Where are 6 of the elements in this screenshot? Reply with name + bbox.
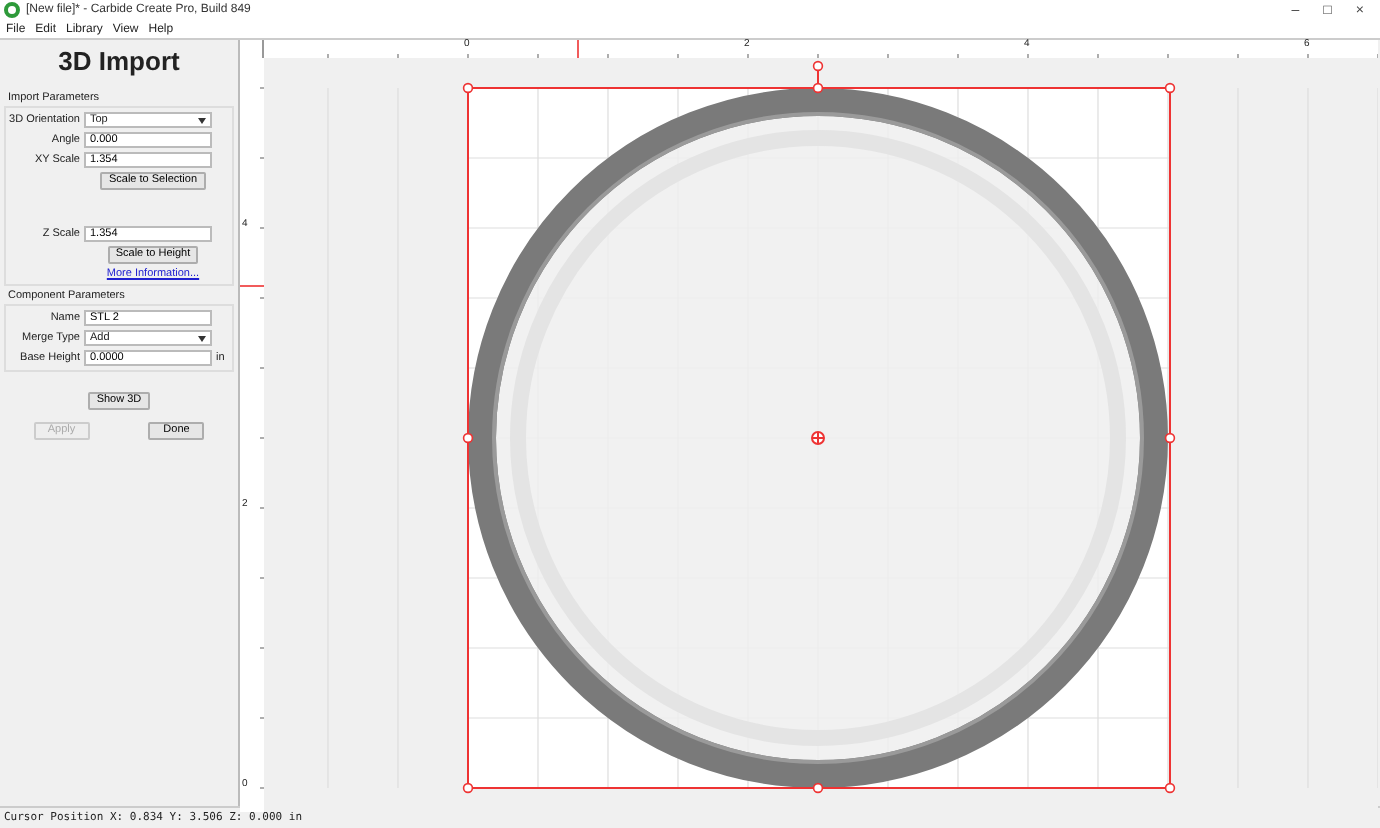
dropdown-caret-icon xyxy=(198,335,206,341)
center-marker-icon[interactable] xyxy=(811,431,825,445)
dropdown-caret-icon xyxy=(198,117,206,123)
panel-title: 3D Import xyxy=(56,46,182,76)
design-canvas[interactable] xyxy=(264,58,1378,812)
app-logo-icon xyxy=(4,2,20,18)
